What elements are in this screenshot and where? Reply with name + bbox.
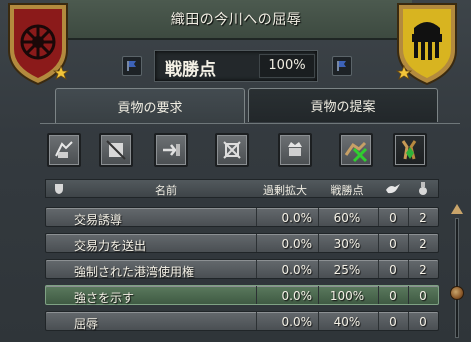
row-warscore: 30% (333, 237, 361, 251)
gift-button[interactable] (393, 133, 427, 167)
table-row-selected[interactable]: 強さを示す 0.0% 100% 0 0 (45, 285, 439, 305)
table-row[interactable]: 交易力を送出 0.0% 30% 0 2 (45, 233, 439, 253)
release-vassal-button[interactable] (215, 133, 249, 167)
row-value-a: 0 (389, 263, 397, 277)
row-value-b: 0 (419, 289, 427, 303)
col-name[interactable]: 名前 (146, 182, 186, 198)
flag-icon (337, 61, 346, 71)
table-row[interactable]: 屈辱 0.0% 40% 0 0 (45, 311, 439, 331)
row-overextension: 0.0% (281, 263, 313, 277)
humiliate-button[interactable] (339, 133, 373, 167)
row-value-b: 2 (419, 263, 427, 277)
row-value-a: 0 (389, 315, 397, 329)
tab-demand-tribute[interactable]: 貢物の要求 (55, 88, 245, 124)
oda-crest-icon (8, 3, 70, 86)
row-value-b: 2 (419, 211, 427, 225)
tab-divider (40, 123, 460, 124)
imagawa-crest-icon (395, 3, 457, 86)
row-warscore: 60% (333, 211, 361, 225)
arrow-up-icon (451, 204, 463, 214)
dove-icon[interactable] (384, 182, 402, 196)
row-warscore: 40% (333, 315, 361, 329)
row-value-a: 0 (389, 237, 397, 251)
row-warscore: 25% (333, 263, 361, 277)
row-name: 強さを示す (74, 291, 135, 305)
row-overextension: 0.0% (281, 237, 313, 251)
war-reparations-button[interactable] (278, 133, 312, 167)
release-vassal-icon (223, 141, 241, 159)
shield-icon (55, 184, 63, 194)
warscore-value: 100% (259, 54, 315, 78)
title-bar: 織田の今川への屈辱 (60, 0, 412, 40)
demand-tribute-button[interactable] (47, 133, 81, 167)
right-country-shield[interactable] (392, 0, 462, 86)
scrollbar-track[interactable] (455, 218, 459, 338)
row-value-b: 0 (419, 315, 427, 329)
tab-label: 貢物の要求 (117, 101, 183, 116)
row-name: 交易誘導 (74, 213, 123, 227)
table-row[interactable]: 強制された港湾使用権 0.0% 25% 0 2 (45, 259, 439, 279)
table-header: 名前 過剰拡大 戦勝点 (45, 179, 439, 198)
row-overextension: 0.0% (281, 315, 313, 329)
transfer-trade-icon (163, 144, 180, 156)
transfer-trade-button[interactable] (154, 133, 188, 167)
warscore-row: 戦勝点 100% (120, 50, 352, 82)
warscore-box: 戦勝点 100% (154, 50, 318, 82)
row-name: 交易力を送出 (74, 239, 147, 253)
row-overextension: 0.0% (281, 211, 313, 225)
scrollbar-thumb[interactable] (450, 286, 464, 300)
humiliate-cancel-icon (344, 141, 368, 163)
row-value-b: 2 (419, 237, 427, 251)
scroll-up-button[interactable] (449, 202, 465, 216)
war-reparations-icon (288, 142, 302, 156)
row-name: 強制された港湾使用権 (74, 265, 195, 279)
left-flag-button[interactable] (122, 56, 142, 76)
row-overextension: 0.0% (281, 289, 313, 303)
flag-icon (127, 61, 136, 71)
table-row[interactable]: 交易誘導 0.0% 60% 0 2 (45, 207, 439, 227)
row-value-a: 0 (389, 289, 397, 303)
row-value-a: 0 (389, 211, 397, 225)
col-overextension[interactable]: 過剰拡大 (258, 182, 312, 198)
right-flag-button[interactable] (332, 56, 352, 76)
row-warscore: 100% (329, 289, 365, 303)
tab-label: 貢物の提案 (310, 100, 376, 115)
peace-deal-panel: 織田の今川への屈辱 戦勝点 100% 貢物の要求 貢物の提案 名前 過剰拡大 戦… (0, 0, 471, 342)
cancel-treaty-button[interactable] (99, 133, 133, 167)
demand-tribute-icon (55, 141, 73, 158)
row-name: 屈辱 (74, 317, 99, 331)
window-title: 織田の今川への屈辱 (170, 12, 302, 28)
warscore-label: 戦勝点 (165, 60, 216, 80)
medal-icon[interactable] (418, 182, 428, 196)
gift-icon (401, 140, 417, 160)
tab-offer-tribute[interactable]: 貢物の提案 (248, 88, 438, 122)
col-warscore[interactable]: 戦勝点 (322, 182, 372, 198)
left-country-shield[interactable] (3, 0, 73, 86)
cancel-treaty-icon (106, 140, 126, 160)
